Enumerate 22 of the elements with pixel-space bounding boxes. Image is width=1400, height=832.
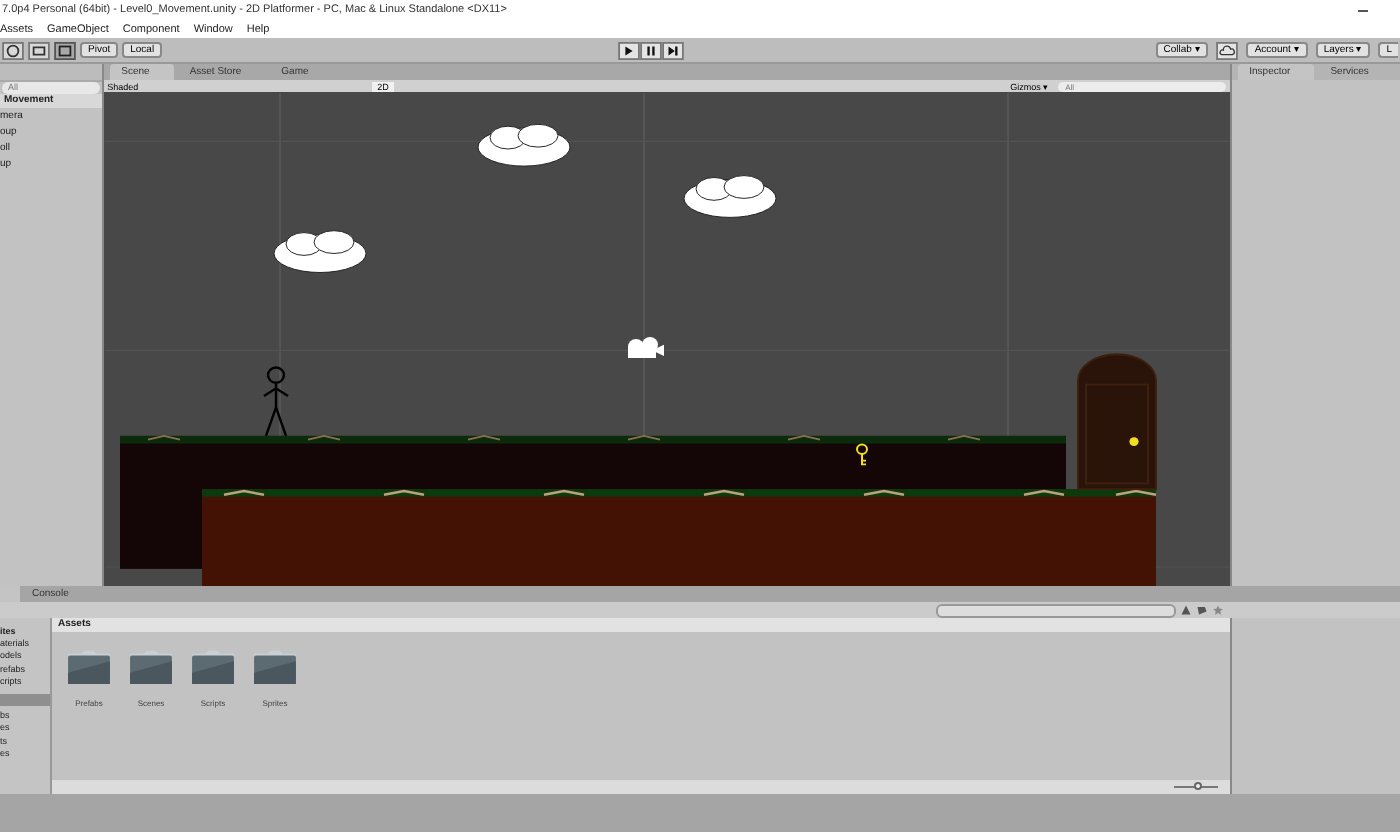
folder-icon[interactable]	[252, 648, 298, 686]
stick-figure	[262, 366, 289, 438]
rotate-tool-icon[interactable]	[2, 41, 24, 59]
folder-icon[interactable]	[128, 648, 174, 686]
camera-icon	[627, 337, 664, 358]
slider-thumb[interactable]	[1194, 782, 1203, 790]
rect-tool-icon[interactable]	[54, 41, 76, 59]
search-field[interactable]	[936, 603, 1176, 617]
folder-icon[interactable]	[66, 648, 112, 686]
door	[1076, 353, 1157, 491]
cloud	[272, 230, 366, 273]
step-button[interactable]	[662, 41, 685, 59]
star-icon[interactable]	[1212, 604, 1224, 616]
pause-button[interactable]	[640, 41, 663, 59]
folder-icon[interactable]	[190, 648, 236, 686]
scale-tool-icon[interactable]	[28, 41, 50, 59]
minimize-button[interactable]	[1358, 9, 1368, 11]
cloud	[476, 123, 570, 167]
cloud-icon[interactable]	[1216, 41, 1239, 59]
key-icon	[855, 443, 868, 467]
play-button[interactable]	[618, 41, 641, 59]
cloud	[682, 175, 776, 218]
